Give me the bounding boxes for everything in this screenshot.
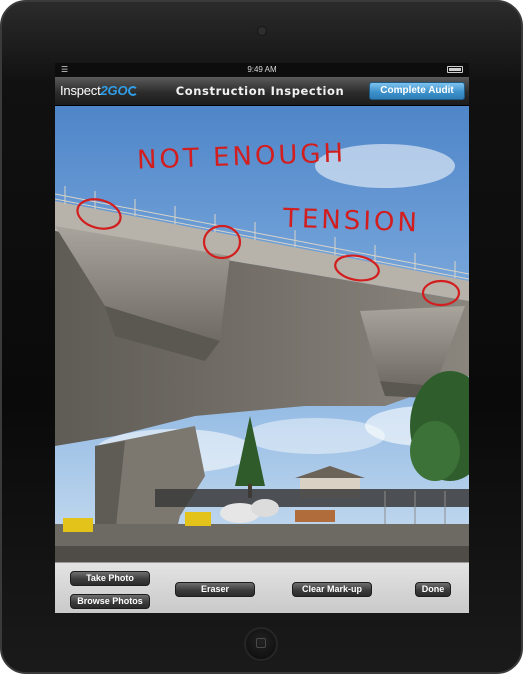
status-bar: ☰ 9:49 AM (55, 63, 469, 77)
brand-prefix: Inspect (60, 83, 101, 98)
brand-accent: 2GO (100, 83, 128, 98)
markup-toolbar: Take Photo Browse Photos Eraser Clear Ma… (55, 562, 469, 613)
status-time: 9:49 AM (247, 65, 277, 74)
nav-bar: Inspect2GO Construction Inspection Compl… (55, 77, 469, 106)
eraser-button[interactable]: Eraser (175, 582, 255, 597)
inspection-photo-canvas[interactable]: NOT ENOUGH TENSION (55, 106, 469, 562)
home-square-icon (256, 638, 266, 648)
bridge-photo (55, 106, 469, 562)
clear-markup-button[interactable]: Clear Mark-up (292, 582, 372, 597)
complete-audit-button[interactable]: Complete Audit (369, 82, 465, 100)
battery-icon (447, 66, 463, 73)
refresh-arrow-icon (128, 86, 139, 96)
app-screen: ☰ 9:49 AM Inspect2GO Construction Inspec… (55, 63, 469, 613)
done-button[interactable]: Done (415, 582, 451, 597)
front-camera (258, 27, 266, 35)
browse-photos-button[interactable]: Browse Photos (70, 594, 150, 609)
app-logo: Inspect2GO (60, 83, 139, 98)
take-photo-button[interactable]: Take Photo (70, 571, 150, 586)
home-button[interactable] (244, 627, 278, 661)
markup-text-tension: TENSION (282, 203, 421, 239)
ipad-frame: ☰ 9:49 AM Inspect2GO Construction Inspec… (0, 0, 523, 674)
page-title: Construction Inspection (175, 84, 345, 98)
